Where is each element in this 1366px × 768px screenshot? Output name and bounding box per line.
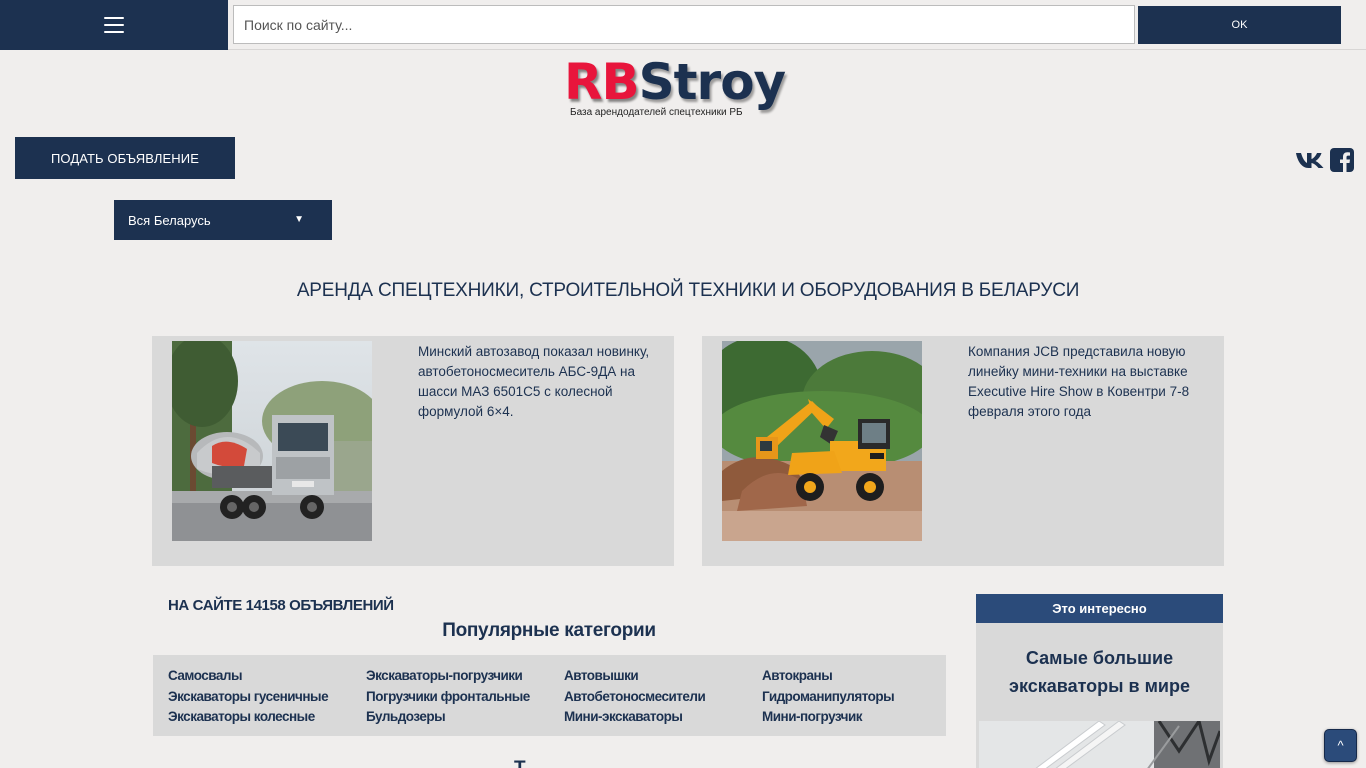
- category-link[interactable]: Гидроманипуляторы: [762, 689, 895, 704]
- facebook-icon[interactable]: [1330, 148, 1354, 172]
- popular-categories-title: Популярные категории: [442, 620, 656, 641]
- sidebar-header: Это интересно: [976, 594, 1223, 623]
- post-ad-button[interactable]: ПОДАТЬ ОБЪЯВЛЕНИЕ: [15, 137, 235, 179]
- news-card[interactable]: Минский автозавод показал новинку, автоб…: [152, 336, 674, 566]
- news-text[interactable]: Компания JCB представила новую линейку м…: [968, 342, 1200, 422]
- search-button[interactable]: OK: [1138, 6, 1341, 44]
- news-image-jcb-machinery: [722, 341, 922, 541]
- category-link[interactable]: Экскаваторы гусеничные: [168, 689, 329, 704]
- social-links: [1294, 147, 1354, 173]
- news-card[interactable]: Компания JCB представила новую линейку м…: [702, 336, 1224, 566]
- category-link[interactable]: Автовышки: [564, 668, 639, 683]
- region-selected-value: Вся Беларусь: [128, 212, 211, 228]
- news-image-concrete-mixer: [172, 341, 372, 541]
- page-title: АРЕНДА СПЕЦТЕХНИКИ, СТРОИТЕЛЬНОЙ ТЕХНИКИ…: [296, 280, 1080, 301]
- category-link[interactable]: Автокраны: [762, 668, 833, 683]
- ads-count: НА САЙТЕ 14158 ОБЪЯВЛЕНИЙ: [168, 597, 394, 614]
- region-select[interactable]: Вся Беларусь ▼: [114, 200, 332, 240]
- site-logo[interactable]: RBStroy База арендодателей спецтехники Р…: [562, 53, 804, 123]
- category-link[interactable]: Экскаваторы-погрузчики: [366, 668, 523, 683]
- menu-button[interactable]: [0, 0, 228, 50]
- sidebar-article-image[interactable]: [979, 717, 1222, 768]
- category-link[interactable]: Мини-экскаваторы: [564, 709, 683, 724]
- category-link[interactable]: Самосвалы: [168, 668, 243, 683]
- category-link[interactable]: Экскаваторы колесные: [168, 709, 315, 724]
- scroll-top-button[interactable]: ^: [1324, 729, 1357, 762]
- logo-tagline: База арендодателей спецтехники РБ: [570, 107, 743, 118]
- popular-categories: Самосвалы Экскаваторы-погрузчики Автовыш…: [153, 655, 946, 736]
- category-link[interactable]: Мини-погрузчик: [762, 709, 863, 724]
- logo-wordmark: RBStroy: [564, 53, 786, 111]
- category-link[interactable]: Погрузчики фронтальные: [366, 689, 530, 704]
- news-text[interactable]: Минский автозавод показал новинку, автоб…: [418, 342, 650, 422]
- category-link[interactable]: Автобетоносмесители: [564, 689, 706, 704]
- search-input[interactable]: [233, 5, 1135, 44]
- category-link[interactable]: Бульдозеры: [366, 709, 446, 724]
- interesting-sidebar: Это интересно Самые большие экскаваторы …: [976, 594, 1223, 768]
- caret-down-icon: ▼: [294, 214, 304, 225]
- sidebar-article-title[interactable]: Самые большие экскаваторы в мире: [976, 644, 1223, 700]
- vk-icon[interactable]: [1294, 148, 1326, 172]
- hamburger-icon: [104, 17, 124, 33]
- section-title-partial: Т: [514, 758, 526, 768]
- top-bar: OK: [0, 0, 1366, 50]
